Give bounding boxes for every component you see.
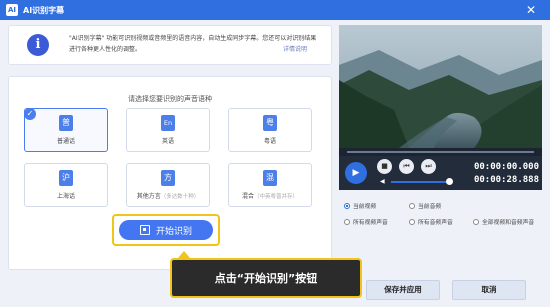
info-icon: i — [27, 34, 49, 56]
radio-icon — [344, 218, 350, 225]
radio-current-video[interactable]: 当前视频 — [344, 201, 376, 210]
volume-slider-handle[interactable] — [446, 178, 453, 185]
save-and-apply-button[interactable]: 保存并应用 — [366, 280, 440, 300]
play-button[interactable]: ▶ — [345, 162, 367, 184]
shanghainese-icon: 沪 — [59, 170, 73, 186]
cancel-button[interactable]: 取消 — [452, 280, 526, 300]
radio-all-audio-sound[interactable]: 所有音频声音 — [409, 217, 453, 226]
language-option-english[interactable]: En 英语 — [126, 108, 210, 152]
language-option-mandarin[interactable]: ✓ 普 普通话 — [24, 108, 108, 152]
language-label: 英语 — [161, 138, 174, 145]
language-label: 其他方言（多达数十种） — [136, 193, 200, 200]
radio-icon — [409, 202, 415, 209]
timeline-track[interactable] — [347, 151, 534, 153]
tutorial-callout: 点击“开始识别”按钮 — [170, 258, 362, 298]
radio-current-audio[interactable]: 当前音频 — [409, 201, 441, 210]
start-button-label: 开始识别 — [155, 226, 192, 237]
stop-button[interactable]: ■ — [377, 159, 392, 174]
landscape-image — [339, 25, 542, 148]
audio-source-options: 当前视频 当前音频 所有视频声音 所有音频声音 全部视频和音频声音 — [339, 193, 542, 229]
dialect-icon: 方 — [161, 170, 175, 186]
radio-selected-icon — [344, 202, 350, 209]
app-logo: AI — [6, 4, 18, 16]
timeline-scrubber[interactable] — [339, 148, 542, 156]
english-icon: En — [161, 115, 175, 131]
details-link[interactable]: 详情说明 — [283, 44, 307, 53]
previous-frame-button[interactable]: ⏮ — [399, 159, 414, 174]
next-frame-button[interactable]: ⏭ — [421, 159, 436, 174]
volume-icon[interactable]: ◀ — [380, 178, 385, 185]
language-panel-title: 请选择您要识别的声音语种 — [128, 95, 212, 103]
mixed-icon: 混 — [263, 170, 277, 186]
current-time: 00:00:00.000 — [473, 162, 539, 172]
language-label: 混合（中英粤普并存） — [241, 193, 299, 200]
language-option-cantonese[interactable]: 粤 粤语 — [228, 108, 312, 152]
video-preview — [339, 25, 542, 148]
window-title: AI识别字幕 — [23, 5, 65, 15]
language-label: 普通话 — [56, 138, 75, 145]
language-option-shanghainese[interactable]: 沪 上海话 — [24, 163, 108, 207]
mandarin-icon: 普 — [59, 115, 73, 131]
language-label: 粤语 — [263, 138, 276, 145]
language-label: 上海话 — [56, 193, 75, 200]
radio-icon — [473, 218, 479, 225]
radio-all-video-sound[interactable]: 所有视频声音 — [344, 217, 388, 226]
cantonese-icon: 粤 — [263, 115, 277, 131]
info-panel: i "AI识别字幕" 功能可识别视频或音频里的语音内容，自动生成同步字幕。您还可… — [8, 25, 332, 65]
player-controls: ▶ ■ ⏮ ⏭ ◀ 00:00:00.000 00:00:28.888 — [339, 156, 542, 190]
language-option-dialects[interactable]: 方 其他方言（多达数十种） — [126, 163, 210, 207]
info-description: "AI识别字幕" 功能可识别视频或音频里的语音内容，自动生成同步字幕。您还可以对… — [69, 35, 317, 53]
check-icon: ✓ — [24, 108, 36, 120]
scan-icon — [139, 225, 150, 235]
total-time: 00:00:28.888 — [473, 175, 539, 185]
close-button[interactable]: ✕ — [524, 3, 538, 17]
language-sublabel: （中英粤普并存） — [254, 194, 299, 200]
language-option-mixed[interactable]: 混 混合（中英粤普并存） — [228, 163, 312, 207]
language-sublabel: （多达数十种） — [160, 194, 200, 200]
start-recognition-button[interactable]: 开始识别 — [119, 220, 213, 240]
callout-text: 点击“开始识别”按钮 — [214, 272, 318, 285]
volume-slider[interactable] — [391, 181, 447, 183]
radio-icon — [409, 218, 415, 225]
radio-all-video-and-audio[interactable]: 全部视频和音频声音 — [473, 217, 534, 226]
start-button-highlight: 开始识别 — [112, 214, 220, 246]
window-titlebar: AI AI识别字幕 ✕ — [0, 0, 550, 20]
